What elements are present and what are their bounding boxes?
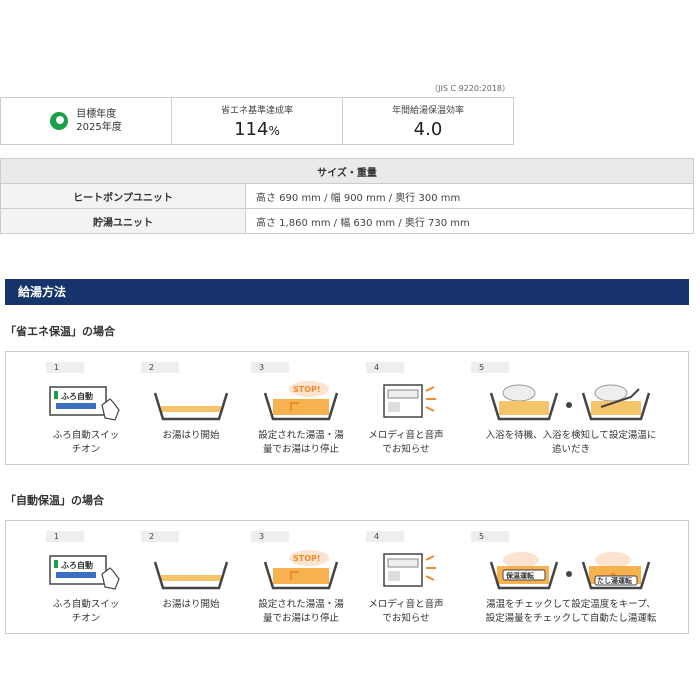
step-caption: 量でお湯はり停止 <box>262 444 339 455</box>
jis-note: （JIS C 9220:2018） <box>430 84 510 93</box>
step-caption: 設定された湯温・湯 <box>258 430 344 441</box>
step-caption: ふろ自動スイッ <box>52 599 120 610</box>
step-caption: メロディ音と音声 <box>368 430 444 441</box>
remote-speaker-icon <box>366 550 446 592</box>
spec-table: サイズ・重量 ヒートポンプユニット 高さ 690 mm / 幅 900 mm /… <box>0 158 694 234</box>
step-number: 5 <box>471 531 509 542</box>
mode2-step-2: 2 お湯はり開始 <box>141 531 241 612</box>
target-year-cell: 目標年度 2025年度 <box>1 98 171 144</box>
bathtub-filling-icon <box>141 381 241 423</box>
step-caption: 設定された湯温・湯 <box>258 599 344 610</box>
step-number: 2 <box>141 362 179 373</box>
step-number: 4 <box>366 531 404 542</box>
mode1-step-2: 2 お湯はり開始 <box>141 362 241 443</box>
mode1-step-5: 5 入浴を待機、入浴を検知して設定湯温に 追いだき <box>471 362 671 457</box>
target-year-label: 目標年度 <box>76 109 117 120</box>
achievement-unit: % <box>268 123 280 138</box>
eco-badge-icon <box>50 112 69 130</box>
bathtub-filling-icon <box>141 550 241 592</box>
step-number: 1 <box>46 531 84 542</box>
remote-label: ふろ自動 <box>61 391 93 401</box>
bathtub-reheat-icon <box>471 381 671 423</box>
step-number: 1 <box>46 362 84 373</box>
step-caption: 追いだき <box>551 444 590 455</box>
keep-warm-label: 保温運転 <box>505 571 534 580</box>
stop-label: STOP! <box>293 385 321 394</box>
efficiency-cell: 年間給湯保温効率 4.0 <box>342 98 513 144</box>
spec-row-name: 貯湯ユニット <box>0 208 246 234</box>
achievement-label: 省エネ基準達成率 <box>220 105 293 116</box>
mode2-step-1: 1 ふろ自動 ふろ自動スイッ チオン <box>46 531 126 626</box>
mode2-step-4: 4 メロディ音と音声 でお知らせ <box>366 531 446 626</box>
step-number: 2 <box>141 531 179 542</box>
mode1-step-4: 4 メロディ音と音声 でお知らせ <box>366 362 446 457</box>
table-row: 貯湯ユニット 高さ 1,860 mm / 幅 630 mm / 奥行 730 m… <box>0 208 694 234</box>
step-number: 3 <box>251 362 289 373</box>
mode1-panel: 1 ふろ自動 ふろ自動スイッ チオン 2 お湯はり開始 3 STOP! 設定され… <box>5 351 689 465</box>
performance-table: 目標年度 2025年度 省エネ基準達成率 114% 年間給湯保温効率 4.0 <box>0 97 514 145</box>
step-number: 4 <box>366 362 404 373</box>
spec-row-value: 高さ 690 mm / 幅 900 mm / 奥行 300 mm <box>245 183 694 209</box>
step-caption: ふろ自動スイッ <box>52 430 120 441</box>
mode1-step-3: 3 STOP! 設定された湯温・湯 量でお湯はり停止 <box>251 362 351 457</box>
step-caption: 入浴を待機、入浴を検知して設定湯温に <box>485 430 657 441</box>
step-number: 5 <box>471 362 509 373</box>
add-water-label: たし湯運転 <box>597 576 632 585</box>
efficiency-label: 年間給湯保温効率 <box>391 105 464 116</box>
step-number: 3 <box>251 531 289 542</box>
mode1-title: 「省エネ保温」の場合 <box>5 325 115 338</box>
mode2-step-5: 5 保温運転 たし湯運転 湯温をチェックして設定温度をキープ、 設定湯量をチェッ… <box>471 531 671 626</box>
efficiency-value: 4.0 <box>413 118 443 140</box>
achievement-value: 114 <box>234 118 269 140</box>
step-caption: 量でお湯はり停止 <box>262 613 339 624</box>
achievement-cell: 省エネ基準達成率 114% <box>171 98 342 144</box>
table-row: ヒートポンプユニット 高さ 690 mm / 幅 900 mm / 奥行 300… <box>0 183 694 209</box>
step-caption: メロディ音と音声 <box>368 599 444 610</box>
remote-switch-icon: ふろ自動 <box>46 550 126 592</box>
target-year-value: 2025年度 <box>76 122 122 133</box>
bathtub-keep-warm-icon: 保温運転 たし湯運転 <box>471 550 671 592</box>
remote-switch-icon: ふろ自動 <box>46 381 126 423</box>
step-caption: 湯温をチェックして設定温度をキープ、 <box>486 599 656 610</box>
mode2-title: 「自動保温」の場合 <box>5 494 104 507</box>
mode2-step-3: 3 STOP! 設定された湯温・湯 量でお湯はり停止 <box>251 531 351 626</box>
spec-row-name: ヒートポンプユニット <box>0 183 246 209</box>
remote-speaker-icon <box>366 381 446 423</box>
bathtub-stop-icon: STOP! <box>251 550 351 592</box>
step-caption: チオン <box>71 613 101 624</box>
remote-label: ふろ自動 <box>61 560 93 570</box>
step-caption: でお知らせ <box>382 444 430 455</box>
step-caption: でお知らせ <box>382 613 430 624</box>
step-caption: 設定湯量をチェックして自動たし湯運転 <box>485 613 657 624</box>
step-caption: チオン <box>71 444 101 455</box>
section-title: 給湯方法 <box>5 279 689 305</box>
bathtub-stop-icon: STOP! <box>251 381 351 423</box>
step-caption: お湯はり開始 <box>162 599 220 610</box>
mode1-step-1: 1 ふろ自動 ふろ自動スイッ チオン <box>46 362 126 457</box>
mode2-panel: 1 ふろ自動 ふろ自動スイッ チオン 2 お湯はり開始 3 STOP! 設定され… <box>5 520 689 634</box>
stop-label: STOP! <box>293 554 321 563</box>
spec-row-value: 高さ 1,860 mm / 幅 630 mm / 奥行 730 mm <box>245 208 694 234</box>
spec-table-header: サイズ・重量 <box>0 158 694 184</box>
step-caption: お湯はり開始 <box>162 430 220 441</box>
